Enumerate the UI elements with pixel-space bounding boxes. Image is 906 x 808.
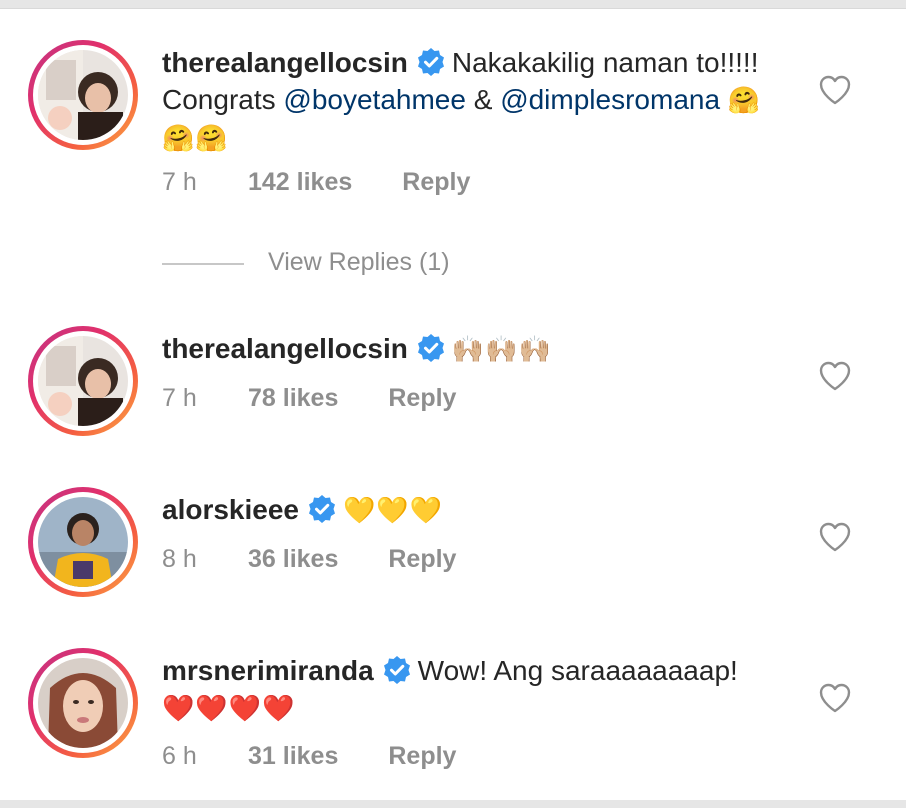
verified-badge-icon [309,495,335,523]
reply-button[interactable]: Reply [388,384,456,413]
mention-link[interactable]: @dimplesromana [500,84,720,115]
comment-text: alorskieee 💛💛💛 [162,491,782,529]
comment-meta: 6 h 31 likes Reply [162,742,456,771]
view-replies-divider [162,263,244,265]
comment-text: mrsnerimiranda Wow! Ang saraaaaaaaap! ❤️❤️… [162,652,782,727]
comment-meta: 7 h 78 likes Reply [162,384,456,413]
timestamp: 7 h [162,384,197,412]
comment-text: therealangellocsin 🙌🏼🙌🏼🙌🏼 [162,330,782,368]
avatar[interactable] [28,487,138,597]
avatar[interactable] [28,648,138,758]
avatar-photo [38,658,128,748]
emoji-text: 🙌🏼🙌🏼🙌🏼 [451,334,552,364]
username[interactable]: mrsnerimiranda [162,655,374,686]
emoji-text: 💛💛💛 [343,495,444,525]
username[interactable]: therealangellocsin [162,333,408,364]
view-replies-button[interactable]: View Replies (1) [268,248,450,277]
reply-button[interactable]: Reply [388,545,456,574]
avatar[interactable] [28,40,138,150]
verified-badge-icon [417,48,444,76]
likes-count[interactable]: 36 likes [248,545,338,574]
username[interactable]: therealangellocsin [162,47,408,78]
emoji-text: ❤️❤️❤️❤️ [162,693,296,723]
mention-link[interactable]: @boyetahmee [283,84,466,115]
heart-outline-icon[interactable] [818,74,852,106]
reply-button[interactable]: Reply [402,168,470,197]
avatar[interactable] [28,326,138,436]
likes-count[interactable]: 31 likes [248,742,338,771]
heart-outline-icon[interactable] [818,682,852,714]
likes-count[interactable]: 78 likes [248,384,338,413]
likes-count[interactable]: 142 likes [248,168,352,197]
verified-badge-icon [417,334,444,362]
comment-body: Wow! Ang saraaaaaaaap! [417,655,738,686]
username[interactable]: alorskieee [162,494,299,525]
comment-meta: 7 h 142 likes Reply [162,168,470,197]
heart-outline-icon[interactable] [818,521,852,553]
top-divider [0,8,906,9]
timestamp: 6 h [162,742,197,770]
avatar-photo [38,497,128,587]
timestamp: 7 h [162,168,197,196]
bottom-border [0,800,906,808]
verified-badge-icon [383,656,410,684]
avatar-photo [38,50,128,140]
comment-body-mid: & [465,84,501,115]
comment-meta: 8 h 36 likes Reply [162,545,456,574]
avatar-photo [38,336,128,426]
comment-text: therealangellocsin Nakakakilig naman to!!… [162,44,782,157]
reply-button[interactable]: Reply [388,742,456,771]
timestamp: 8 h [162,545,197,573]
heart-outline-icon[interactable] [818,360,852,392]
top-border [0,0,906,8]
